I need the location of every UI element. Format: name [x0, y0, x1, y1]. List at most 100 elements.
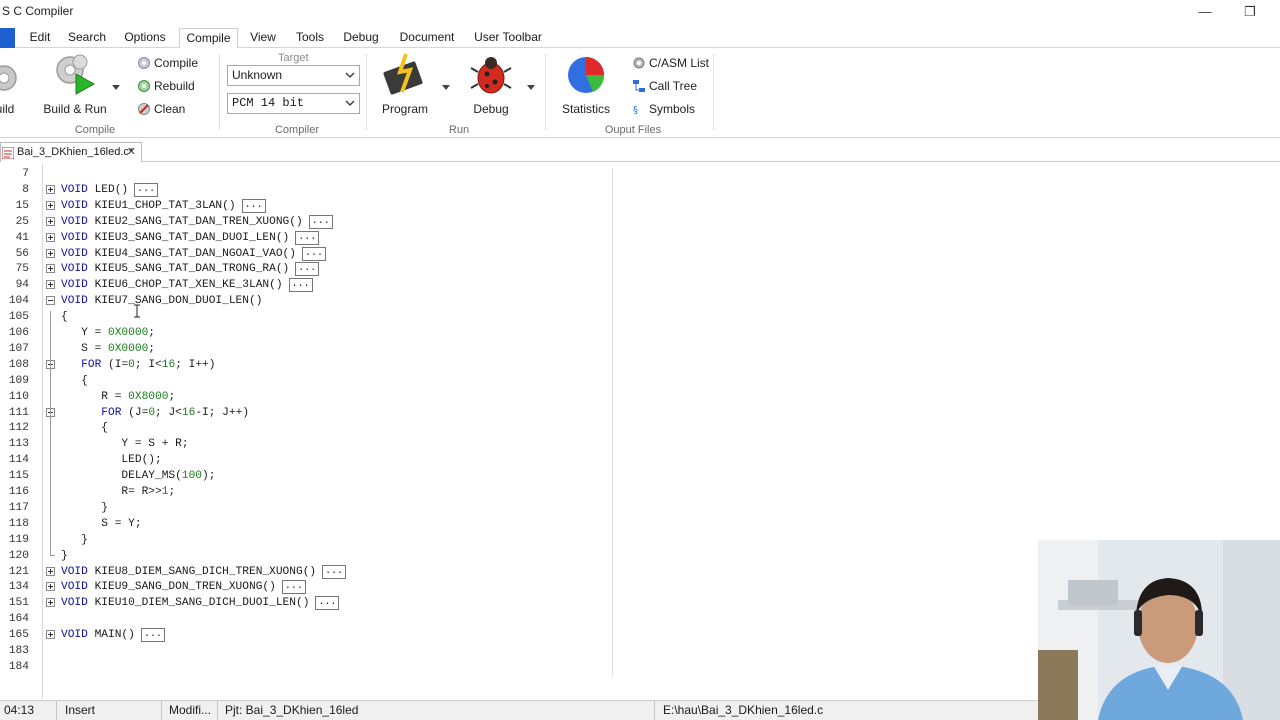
line-number: 108 [8, 358, 29, 371]
casm-list-button[interactable]: C/ASM List [632, 53, 709, 73]
code-text: } [61, 501, 108, 514]
code-line[interactable]: 121 VOID KIEU8_DIEM_SANG_DICH_TREN_XUONG(… [0, 564, 612, 580]
minimize-button[interactable]: — [1190, 2, 1220, 22]
pie-chart-icon [568, 57, 605, 93]
code-line[interactable]: 104 VOID KIEU7_SANG_DON_DUOI_LEN() [0, 293, 612, 309]
tab-user-toolbar[interactable]: User Toolbar [471, 28, 545, 48]
tab-view[interactable]: View [247, 28, 279, 48]
code-line[interactable]: 134 VOID KIEU9_SANG_DON_TREN_XUONG()... [0, 579, 612, 595]
code-line[interactable]: 110 R = 0X8000; [0, 389, 612, 405]
code-line[interactable]: 151 VOID KIEU10_DIEM_SANG_DICH_DUOI_LEN()… [0, 595, 612, 611]
build-button[interactable]: uild [0, 52, 20, 116]
rebuild-button[interactable]: Rebuild [137, 76, 195, 96]
close-tab-icon[interactable]: ✕ [127, 143, 136, 161]
code-text: VOID KIEU1_CHOP_TAT_3LAN() [61, 199, 236, 212]
tab-document[interactable]: Document [396, 28, 458, 48]
symbols-icon: § [633, 105, 638, 116]
collapsed-block-marker[interactable]: ... [308, 214, 333, 229]
clean-button[interactable]: Clean [137, 99, 185, 119]
debug-dropdown-icon[interactable] [527, 85, 535, 91]
fold-expand-icon[interactable] [46, 630, 55, 640]
fold-expand-icon[interactable] [46, 216, 55, 226]
code-line[interactable]: 117 } [0, 500, 612, 516]
code-text: { [61, 311, 68, 324]
status-position: 04:13 [0, 701, 57, 720]
debug-button[interactable]: Debug [466, 52, 516, 116]
code-line[interactable]: 164 [0, 611, 612, 627]
code-line[interactable]: 115 DELAY_MS(100); [0, 468, 612, 484]
code-line[interactable]: 75 VOID KIEU5_SANG_TAT_DAN_TRONG_RA()... [0, 261, 612, 277]
code-line[interactable]: 184 [0, 659, 612, 675]
code-line[interactable]: 107 S = 0X0000; [0, 341, 612, 357]
line-number: 164 [8, 613, 29, 626]
status-insert-mode: Insert [61, 701, 162, 720]
collapsed-block-marker[interactable]: ... [140, 628, 165, 643]
code-line[interactable]: 111 FOR (J=0; J<16-I; J++) [0, 405, 612, 421]
program-button[interactable]: Program [378, 52, 432, 116]
code-line[interactable]: 106 Y = 0X0000; [0, 325, 612, 341]
target-select[interactable]: Unknown [227, 65, 360, 86]
tab-search[interactable]: Search [66, 28, 108, 48]
tab-compile[interactable]: Compile [179, 28, 238, 49]
tab-edit[interactable]: Edit [26, 28, 54, 48]
code-text: VOID KIEU9_SANG_DON_TREN_XUONG() [61, 581, 276, 594]
collapsed-block-marker[interactable]: ... [295, 230, 320, 245]
compile-button[interactable]: Compile [137, 53, 198, 73]
fold-guide [50, 423, 51, 515]
fold-expand-icon[interactable] [46, 598, 55, 608]
tab-debug[interactable]: Debug [341, 28, 381, 48]
statistics-button[interactable]: Statistics [560, 52, 612, 116]
collapsed-block-marker[interactable]: ... [295, 262, 320, 277]
fold-collapse-icon[interactable] [46, 296, 55, 306]
document-tab[interactable]: Bai_3_DKhien_16led.c* ✕ [0, 142, 142, 162]
fold-expand-icon[interactable] [46, 184, 55, 194]
symbols-button[interactable]: § Symbols [632, 99, 695, 119]
tab-tools[interactable]: Tools [293, 28, 327, 48]
collapsed-block-marker[interactable]: ... [322, 564, 347, 579]
restore-button[interactable]: ❐ [1235, 2, 1265, 22]
code-line[interactable]: 183 [0, 643, 612, 659]
code-line[interactable]: 94 VOID KIEU6_CHOP_TAT_XEN_KE_3LAN()... [0, 277, 612, 293]
code-line[interactable]: 112 { [0, 420, 612, 436]
code-line[interactable]: 25 VOID KIEU2_SANG_TAT_DAN_TREN_XUONG()..… [0, 214, 612, 230]
code-line[interactable]: 7 [0, 166, 612, 182]
fold-expand-icon[interactable] [46, 232, 55, 242]
code-line[interactable]: 119 } [0, 532, 612, 548]
code-line[interactable]: 114 LED(); [0, 452, 612, 468]
code-line[interactable]: 105 { [0, 309, 612, 325]
line-number: 114 [8, 454, 29, 467]
fold-expand-icon[interactable] [46, 264, 55, 274]
code-line[interactable]: 8 VOID LED()... [0, 182, 612, 198]
code-line[interactable]: 113 Y = S + R; [0, 436, 612, 452]
build-and-run-button[interactable]: Build & Run [42, 52, 108, 116]
collapsed-block-marker[interactable]: ... [241, 198, 266, 213]
fold-expand-icon[interactable] [46, 280, 55, 290]
fold-expand-icon[interactable] [46, 200, 55, 210]
code-line[interactable]: 56 VOID KIEU4_SANG_TAT_DAN_NGOAI_VAO()... [0, 246, 612, 262]
call-tree-button[interactable]: Call Tree [632, 76, 697, 96]
code-line[interactable]: 116 R= R>>1; [0, 484, 612, 500]
line-number: 107 [8, 342, 29, 355]
code-line[interactable]: 120} [0, 548, 612, 564]
code-line[interactable]: 118 S = Y; [0, 516, 612, 532]
file-tab[interactable] [0, 28, 15, 48]
build-run-dropdown-icon[interactable] [112, 85, 120, 91]
program-dropdown-icon[interactable] [442, 85, 450, 91]
collapsed-block-marker[interactable]: ... [288, 278, 313, 293]
collapsed-block-marker[interactable]: ... [315, 596, 340, 611]
fold-expand-icon[interactable] [46, 566, 55, 576]
fold-expand-icon[interactable] [46, 248, 55, 258]
collapsed-block-marker[interactable]: ... [281, 580, 306, 595]
collapsed-block-marker[interactable]: ... [134, 182, 159, 197]
code-line[interactable]: 109 { [0, 373, 612, 389]
collapsed-block-marker[interactable]: ... [301, 246, 326, 261]
code-line[interactable]: 15 VOID KIEU1_CHOP_TAT_3LAN()... [0, 198, 612, 214]
compile-gear-icon [138, 56, 150, 69]
tab-options[interactable]: Options [121, 28, 169, 48]
code-line[interactable]: 41 VOID KIEU3_SANG_TAT_DAN_DUOI_LEN()... [0, 230, 612, 246]
compiler-mode-select[interactable]: PCM 14 bit [227, 93, 360, 114]
code-line[interactable]: 108 FOR (I=0; I<16; I++) [0, 357, 612, 373]
fold-expand-icon[interactable] [46, 582, 55, 592]
code-text: LED(); [61, 454, 162, 467]
code-line[interactable]: 165 VOID MAIN()... [0, 627, 612, 643]
